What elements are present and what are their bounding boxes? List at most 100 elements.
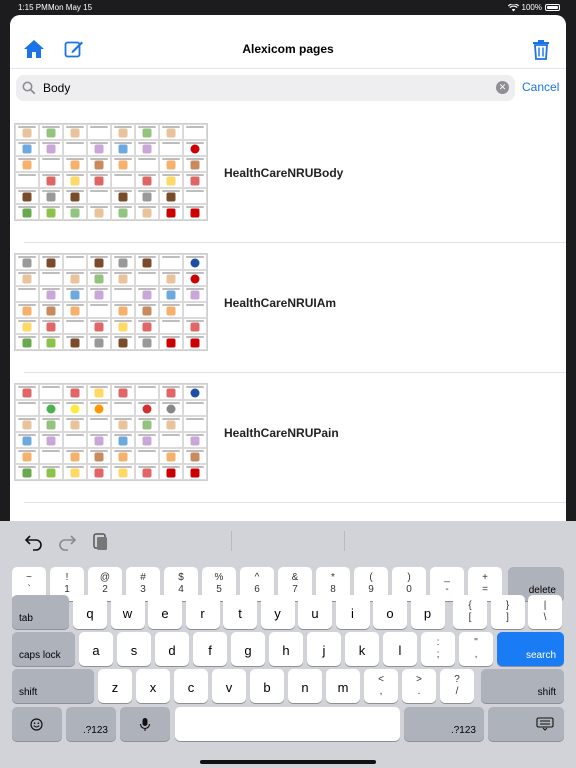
paste-icon[interactable] [90, 531, 110, 551]
cell-caption [66, 126, 84, 128]
symbol-image [142, 208, 152, 218]
symbol-image [190, 274, 200, 284]
symbol-image [190, 160, 200, 170]
key-q[interactable]: q [73, 595, 107, 629]
undo-icon[interactable] [24, 531, 44, 551]
key-k[interactable]: k [345, 632, 379, 666]
cell-caption [162, 256, 180, 258]
key-i[interactable]: i [335, 595, 370, 629]
search-field[interactable]: ✕ [16, 75, 515, 101]
caps-lock-key[interactable]: caps lock [12, 632, 75, 666]
symbol-image [22, 306, 32, 316]
cell-caption [162, 158, 180, 160]
cell-caption [162, 126, 180, 128]
key-bracket-1[interactable]: }] [490, 595, 525, 629]
key-punct2-0[interactable]: <, [364, 669, 398, 703]
key-h[interactable]: h [269, 632, 303, 666]
list-item[interactable]: HealthCareNRUIAm [10, 243, 566, 373]
numeric-right-key[interactable]: .?123 [404, 707, 484, 741]
key-label: w [122, 606, 133, 621]
key-label: ` [27, 584, 31, 595]
key-bracket-2[interactable]: | \ [528, 595, 562, 629]
cell-caption [186, 288, 204, 290]
key-punct-0[interactable]: :; [421, 632, 455, 666]
key-label: 3 [140, 584, 146, 595]
key-b[interactable]: b [250, 669, 284, 703]
hide-keyboard-key[interactable] [488, 707, 564, 741]
cell-caption [138, 126, 156, 128]
key-x[interactable]: x [136, 669, 170, 703]
cell-caption [66, 206, 84, 208]
key-l[interactable]: l [383, 632, 417, 666]
symbol-image [46, 128, 56, 138]
key-w[interactable]: w [110, 595, 145, 629]
key-n[interactable]: n [288, 669, 322, 703]
symbol-image [94, 436, 104, 446]
shift-right-key[interactable]: shift [481, 669, 564, 703]
clear-search-icon[interactable]: ✕ [496, 81, 509, 94]
key-v[interactable]: v [212, 669, 246, 703]
key-label: d [168, 643, 176, 658]
key-y[interactable]: y [260, 595, 295, 629]
key-label: p [423, 606, 432, 621]
key-u[interactable]: u [298, 595, 332, 629]
key-o[interactable]: o [373, 595, 407, 629]
cell-caption [162, 434, 180, 436]
symbol-image [70, 338, 80, 348]
search-input[interactable] [43, 78, 483, 98]
numeric-left-key[interactable]: .?123 [66, 707, 116, 741]
key-e[interactable]: e [148, 595, 182, 629]
cell-caption [18, 206, 36, 208]
key-a[interactable]: a [79, 632, 113, 666]
symbol-image [22, 208, 32, 218]
key-j[interactable]: j [307, 632, 341, 666]
thumbnail-cell [159, 432, 183, 448]
key-g[interactable]: g [231, 632, 265, 666]
cell-caption [186, 126, 204, 128]
cell-caption [66, 402, 84, 404]
cancel-button[interactable]: Cancel [522, 80, 559, 94]
space-bar[interactable] [175, 707, 400, 741]
key-s[interactable]: s [117, 632, 151, 666]
cell-caption [186, 418, 204, 420]
trash-icon[interactable] [530, 38, 552, 60]
symbol-image [94, 160, 104, 170]
search-icon [22, 81, 36, 95]
key-r[interactable]: r [185, 595, 220, 629]
cell-caption [18, 434, 36, 436]
thumbnail-cell [159, 172, 183, 188]
key-f[interactable]: f [193, 632, 227, 666]
key-d[interactable]: d [155, 632, 189, 666]
key-z[interactable]: z [98, 669, 132, 703]
tab-key[interactable]: tab [12, 595, 69, 629]
key-label: @ [99, 572, 111, 583]
key-label: n [301, 680, 309, 695]
list-item-title: HealthCareNRUIAm [224, 296, 337, 310]
list-item[interactable]: HealthCareNRUBody [10, 113, 566, 243]
cell-caption [186, 336, 204, 338]
symbol-image [190, 338, 200, 348]
symbol-image [70, 274, 80, 284]
key-label: v [225, 680, 233, 695]
thumbnail-cell [63, 140, 87, 156]
key-bracket-0[interactable]: {[ [453, 595, 487, 629]
list-item[interactable]: HealthCareNRUPain [10, 373, 566, 503]
emoji-key[interactable] [12, 707, 62, 741]
key-t[interactable]: t [223, 595, 257, 629]
cell-caption [18, 288, 36, 290]
dictation-key[interactable] [120, 707, 170, 741]
symbol-image [70, 420, 80, 430]
key-label: c [187, 680, 195, 695]
key-m[interactable]: m [326, 669, 360, 703]
thumbnail-cell [87, 172, 111, 188]
key-c[interactable]: c [174, 669, 208, 703]
key-punct-1[interactable]: ", [459, 632, 493, 666]
key-punct2-2[interactable]: ? / [440, 669, 474, 703]
symbol-image [70, 208, 80, 218]
search-key[interactable]: search [497, 632, 564, 666]
key-punct2-1[interactable]: >. [402, 669, 436, 703]
shift-left-key[interactable]: shift [12, 669, 94, 703]
cell-caption [162, 288, 180, 290]
redo-icon[interactable] [57, 531, 77, 551]
key-p[interactable]: p [410, 595, 445, 629]
